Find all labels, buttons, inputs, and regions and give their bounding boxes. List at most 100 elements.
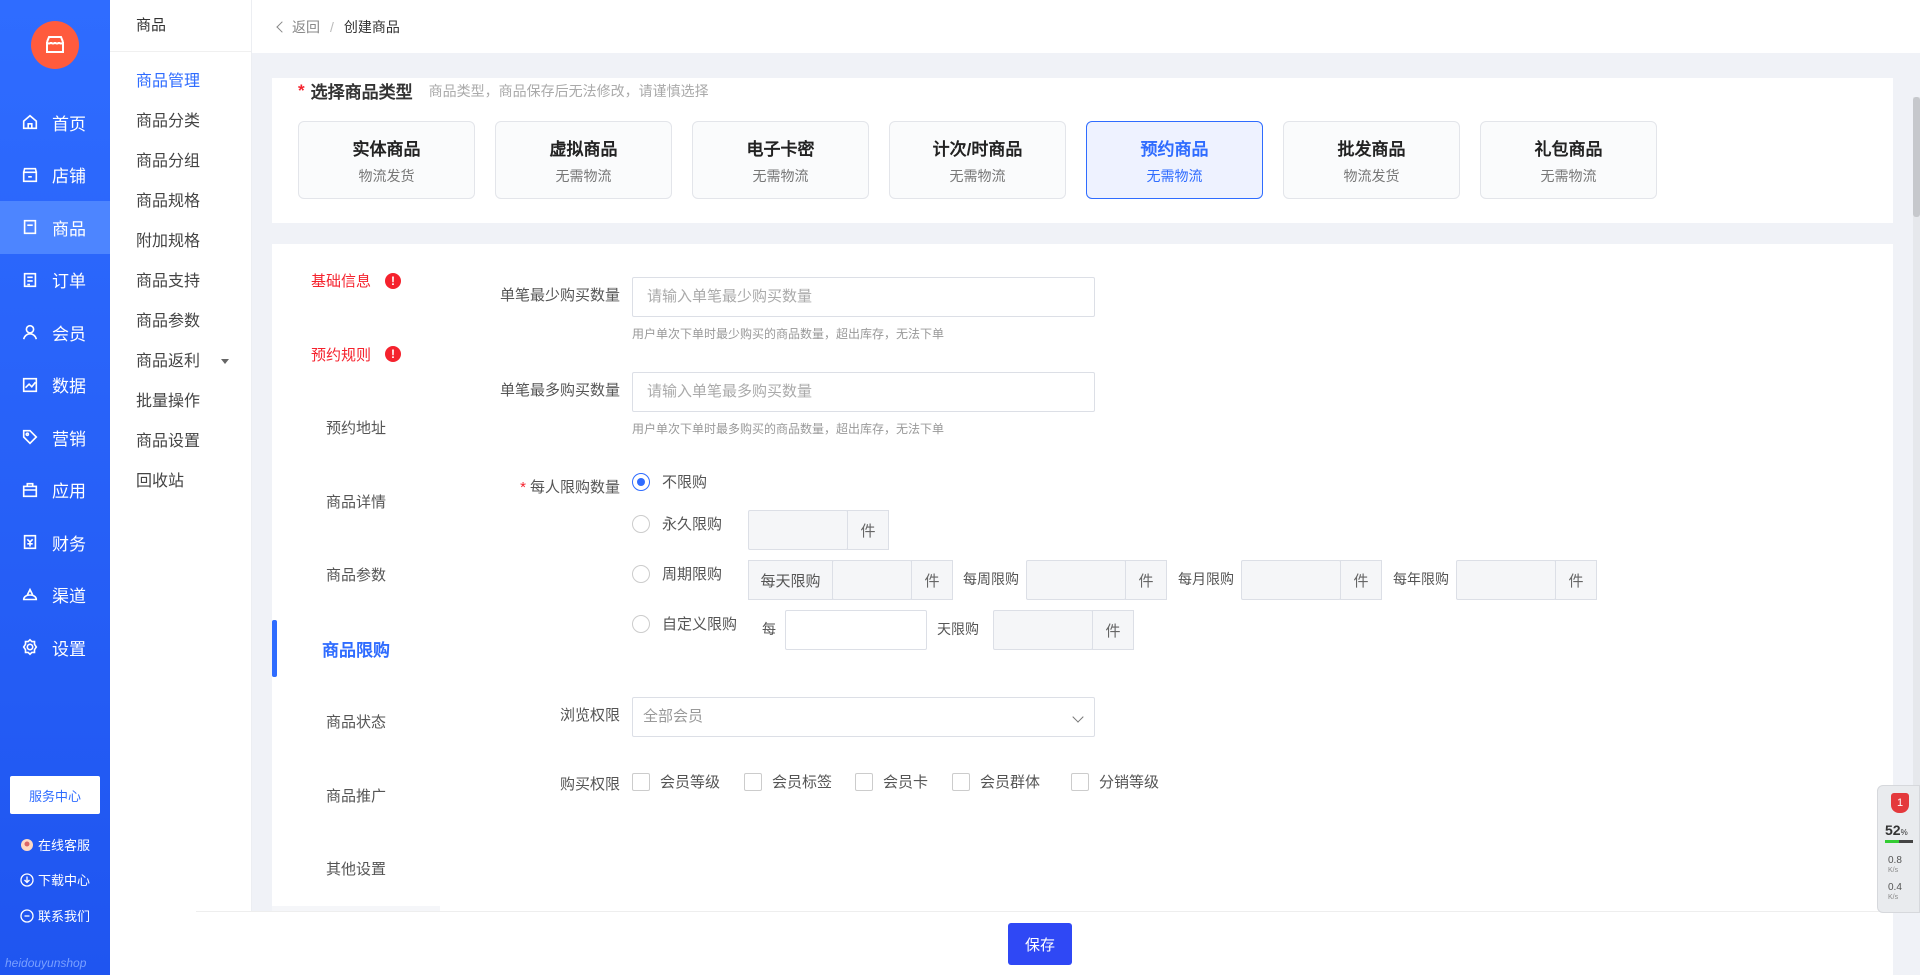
product-type-section: * 选择商品类型 商品类型，商品保存后无法修改，请谨慎选择 实体商品 物流发货 虚… bbox=[272, 78, 1893, 223]
caret-down-icon bbox=[221, 359, 229, 364]
sub-item-batch[interactable]: 批量操作 bbox=[110, 382, 251, 422]
store-logo-icon[interactable] bbox=[31, 21, 79, 69]
type-option-wholesale[interactable]: 批发商品 物流发货 bbox=[1283, 121, 1460, 199]
form-tabs: 基础信息! 预约规则! 预约地址 商品详情 商品参数 商品限购 商品状态 商品推… bbox=[272, 244, 440, 914]
type-option-gift[interactable]: 礼包商品 无需物流 bbox=[1480, 121, 1657, 199]
upload-speed: 0.8 K/s bbox=[1888, 856, 1902, 876]
checkbox-member-tag[interactable]: 会员标签 bbox=[744, 771, 832, 792]
nav-item-data[interactable]: 数据 bbox=[0, 359, 110, 412]
main-sidebar: 首页 店铺 商品 订单 会员 数据 营销 应用 财务 渠道 设置 服务中心 在线… bbox=[0, 0, 110, 975]
sub-item-recycle[interactable]: 回收站 bbox=[110, 462, 251, 502]
checkbox-member-level[interactable]: 会员等级 bbox=[632, 771, 720, 792]
type-option-physical[interactable]: 实体商品 物流发货 bbox=[298, 121, 475, 199]
radio-period-limit[interactable]: 周期限购 bbox=[632, 563, 722, 584]
yearly-limit-input[interactable] bbox=[1456, 560, 1556, 600]
checkbox-box bbox=[744, 772, 762, 791]
min-qty-input[interactable]: 请输入单笔最少购买数量 bbox=[632, 277, 1095, 317]
tab-purchase-limit[interactable]: 商品限购 bbox=[272, 611, 440, 685]
chevron-down-icon bbox=[1072, 711, 1084, 723]
monthly-limit-input[interactable] bbox=[1241, 560, 1341, 600]
contact-us-label: 联系我们 bbox=[38, 909, 91, 924]
unit-suffix: 件 bbox=[1340, 560, 1382, 600]
browse-permission-select[interactable]: 全部会员 bbox=[632, 697, 1095, 737]
sub-item-group[interactable]: 商品分组 bbox=[110, 142, 251, 182]
download-center-link[interactable]: 下载中心 bbox=[20, 870, 90, 889]
cpu-value: 52 bbox=[1885, 822, 1901, 838]
nav-item-apps[interactable]: 应用 bbox=[0, 464, 110, 517]
custom-limit-input[interactable] bbox=[993, 610, 1093, 650]
speed-unit: K/s bbox=[1888, 867, 1899, 874]
purchase-permission-label: 购买权限 bbox=[559, 776, 620, 793]
nav-label: 会员 bbox=[52, 324, 86, 344]
sub-sidebar-title: 商品 bbox=[110, 0, 251, 52]
sub-item-product-manage[interactable]: 商品管理 bbox=[110, 62, 251, 102]
avatar-icon bbox=[20, 838, 34, 852]
nav-item-shop[interactable]: 店铺 bbox=[0, 149, 110, 202]
tab-reservation-address[interactable]: 预约地址 bbox=[272, 391, 440, 465]
radio-no-limit[interactable]: 不限购 bbox=[632, 471, 707, 492]
sub-item-params[interactable]: 商品参数 bbox=[110, 302, 251, 342]
download-icon bbox=[20, 872, 34, 887]
checkbox-member-card[interactable]: 会员卡 bbox=[855, 771, 928, 792]
scrollbar-thumb[interactable] bbox=[1913, 97, 1920, 217]
forever-limit-input[interactable] bbox=[748, 510, 848, 550]
finance-icon bbox=[20, 532, 40, 552]
type-option-virtual[interactable]: 虚拟商品 无需物流 bbox=[495, 121, 672, 199]
checkbox-distribution-level[interactable]: 分销等级 bbox=[1071, 771, 1159, 792]
nav-label: 应用 bbox=[52, 482, 86, 502]
service-center-button[interactable]: 服务中心 bbox=[10, 776, 100, 814]
contact-us-link[interactable]: 联系我们 bbox=[20, 906, 90, 925]
cpu-unit: % bbox=[1900, 828, 1908, 837]
nav-item-finance[interactable]: 财务 bbox=[0, 516, 110, 569]
sub-item-settings[interactable]: 商品设置 bbox=[110, 422, 251, 462]
nav-item-order[interactable]: 订单 bbox=[0, 254, 110, 307]
tab-product-promotion[interactable]: 商品推广 bbox=[272, 758, 440, 832]
every-label: 每 bbox=[762, 621, 776, 637]
sub-item-extra-spec[interactable]: 附加规格 bbox=[110, 222, 251, 262]
online-service-link[interactable]: 在线客服 bbox=[20, 835, 90, 854]
type-desc: 无需物流 bbox=[752, 167, 809, 184]
sub-item-category[interactable]: 商品分类 bbox=[110, 102, 251, 142]
tab-label: 基础信息 bbox=[310, 273, 371, 291]
type-option-timed[interactable]: 计次/时商品 无需物流 bbox=[889, 121, 1066, 199]
nav-item-home[interactable]: 首页 bbox=[0, 96, 110, 149]
save-button[interactable]: 保存 bbox=[1008, 923, 1072, 965]
sub-item-rebate[interactable]: 商品返利 bbox=[110, 342, 251, 382]
nav-item-product[interactable]: 商品 bbox=[0, 201, 110, 254]
tab-basic-info[interactable]: 基础信息! bbox=[272, 244, 440, 318]
type-name: 礼包商品 bbox=[1534, 139, 1603, 159]
daily-limit-input[interactable] bbox=[832, 560, 912, 600]
radio-forever-limit[interactable]: 永久限购 bbox=[632, 513, 722, 534]
nav-item-marketing[interactable]: 营销 bbox=[0, 411, 110, 464]
type-name: 批发商品 bbox=[1337, 139, 1406, 159]
type-option-reservation[interactable]: 预约商品 无需物流 bbox=[1086, 121, 1263, 199]
nav-item-settings[interactable]: 设置 bbox=[0, 621, 110, 674]
unit-suffix: 件 bbox=[911, 560, 953, 600]
sub-item-support[interactable]: 商品支持 bbox=[110, 262, 251, 302]
nav-label: 财务 bbox=[52, 534, 86, 554]
tab-other-settings[interactable]: 其他设置 bbox=[272, 832, 440, 906]
type-desc: 无需物流 bbox=[555, 167, 612, 184]
tab-product-details[interactable]: 商品详情 bbox=[272, 464, 440, 538]
system-monitor-widget[interactable]: 1 52% 0.8 K/s 0.4 K/s bbox=[1877, 785, 1920, 913]
back-label: 返回 bbox=[292, 18, 320, 35]
custom-days-input[interactable] bbox=[785, 610, 927, 650]
back-link[interactable]: 返回 bbox=[276, 17, 320, 37]
nav-label: 设置 bbox=[52, 639, 86, 659]
nav-item-channel[interactable]: 渠道 bbox=[0, 569, 110, 622]
sub-item-spec[interactable]: 商品规格 bbox=[110, 182, 251, 222]
tab-product-status[interactable]: 商品状态 bbox=[272, 685, 440, 759]
radio-circle bbox=[632, 472, 650, 491]
type-name: 实体商品 bbox=[352, 139, 421, 159]
type-option-ecard[interactable]: 电子卡密 无需物流 bbox=[692, 121, 869, 199]
tab-reservation-rules[interactable]: 预约规则! bbox=[272, 317, 440, 391]
tab-product-params[interactable]: 商品参数 bbox=[272, 538, 440, 612]
max-qty-input[interactable]: 请输入单笔最多购买数量 bbox=[632, 372, 1095, 412]
checkbox-box bbox=[1071, 772, 1089, 791]
radio-custom-limit[interactable]: 自定义限购 bbox=[632, 613, 737, 634]
weekly-limit-input[interactable] bbox=[1026, 560, 1126, 600]
checkbox-member-group[interactable]: 会员群体 bbox=[952, 771, 1040, 792]
shop-icon bbox=[20, 165, 40, 185]
nav-item-member[interactable]: 会员 bbox=[0, 306, 110, 359]
error-icon: ! bbox=[385, 272, 401, 289]
